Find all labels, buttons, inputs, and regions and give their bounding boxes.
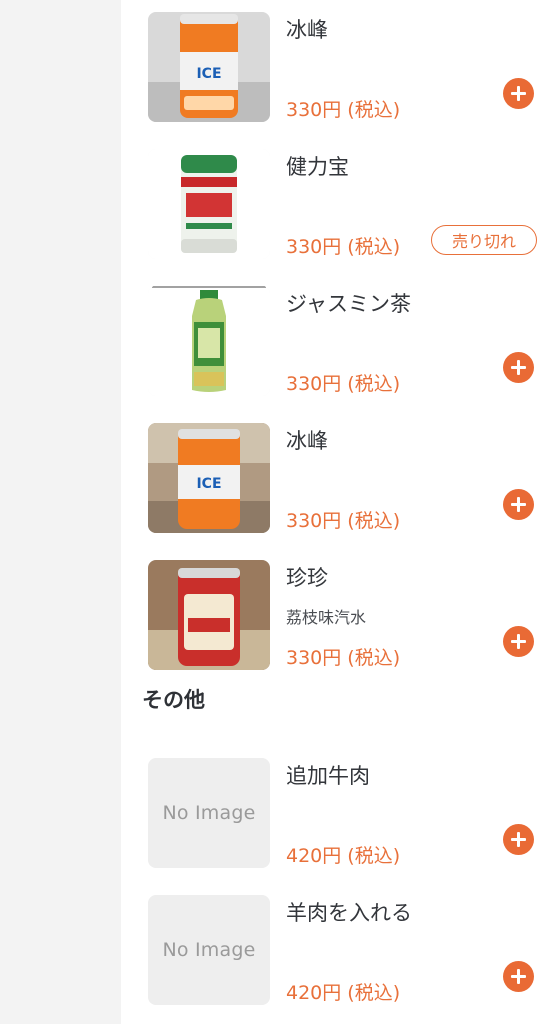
product-image-jianlibao-can [148,149,270,259]
section-title-other: その他 [142,688,205,712]
item-name: 冰峰 [286,18,328,42]
menu-item-zhenzhen[interactable]: 珍珍 荔枝味汽水 330円 (税込) [148,560,540,672]
product-image-binfeng-can: ICE [148,12,270,122]
item-name: 珍珍 [286,566,328,590]
add-to-cart-button[interactable] [503,626,534,657]
product-image-jasmine-tea-bottle [148,286,270,396]
item-price: 420円 (税込) [286,845,401,867]
menu-item-jasmine-tea[interactable]: ジャスミン茶 330円 (税込) [148,286,540,398]
plus-icon [511,634,526,649]
category-sidebar [0,0,121,1024]
add-to-cart-button[interactable] [503,489,534,520]
item-price: 330円 (税込) [286,510,401,532]
menu-page: ICE 冰峰 330円 (税込) 健力宝 330円 (税込) 売り切れ ジャスミ… [0,0,540,1024]
add-to-cart-button[interactable] [503,352,534,383]
item-name: 追加牛肉 [286,764,370,788]
item-price: 330円 (税込) [286,647,401,669]
add-to-cart-button[interactable] [503,961,534,992]
item-name: 羊肉を入れる [286,901,412,925]
item-name: ジャスミン茶 [286,292,411,316]
product-image-zhenzhen-can [148,560,270,670]
menu-item-binfeng-2[interactable]: ICE 冰峰 330円 (税込) [148,423,540,535]
plus-icon [511,360,526,375]
plus-icon [511,497,526,512]
svg-text:ICE: ICE [196,66,221,82]
menu-item-jianlibao[interactable]: 健力宝 330円 (税込) 売り切れ [148,149,540,261]
menu-item-extra-beef[interactable]: No Image 追加牛肉 420円 (税込) [148,758,540,870]
item-price: 330円 (税込) [286,373,401,395]
sold-out-badge: 売り切れ [431,225,537,255]
plus-icon [511,832,526,847]
item-price: 330円 (税込) [286,236,401,258]
menu-item-add-lamb[interactable]: No Image 羊肉を入れる 420円 (税込) [148,895,540,1007]
svg-text:ICE: ICE [196,476,221,492]
item-description: 荔枝味汽水 [286,608,367,627]
item-name: 冰峰 [286,429,328,453]
plus-icon [511,86,526,101]
item-name: 健力宝 [286,155,349,179]
item-price: 420円 (税込) [286,982,401,1004]
add-to-cart-button[interactable] [503,824,534,855]
add-to-cart-button[interactable] [503,78,534,109]
product-image-binfeng-can: ICE [148,423,270,533]
plus-icon [511,969,526,984]
no-image-placeholder: No Image [148,758,270,868]
menu-item-binfeng[interactable]: ICE 冰峰 330円 (税込) [148,12,540,124]
item-price: 330円 (税込) [286,99,401,121]
no-image-placeholder: No Image [148,895,270,1005]
